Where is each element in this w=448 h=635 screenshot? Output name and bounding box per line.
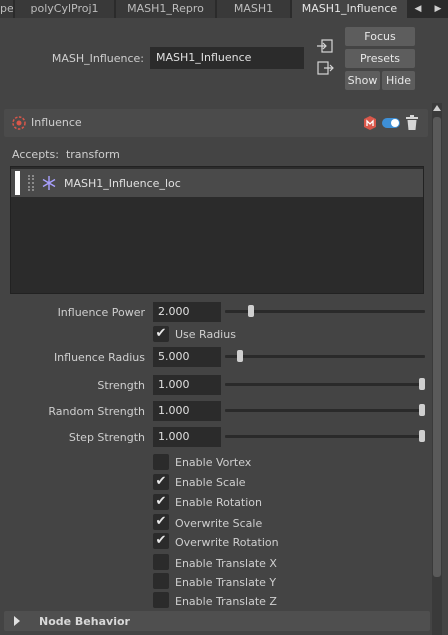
show-button[interactable]: Show xyxy=(345,71,380,90)
enable-translate-z-checkbox[interactable] xyxy=(153,592,169,608)
enable-vortex-checkbox[interactable] xyxy=(153,454,169,470)
tab-mash1-influence[interactable]: MASH1_Influence xyxy=(292,0,408,18)
tab-polycylproj1[interactable]: polyCylProj1 xyxy=(15,0,115,18)
enable-toggle[interactable] xyxy=(382,118,400,128)
influence-radius-label: Influence Radius xyxy=(53,351,145,364)
strength-slider-handle[interactable] xyxy=(419,378,425,390)
node-behavior-title: Node Behavior xyxy=(39,615,130,628)
selection-indicator xyxy=(15,171,20,195)
focus-button[interactable]: Focus xyxy=(345,27,415,46)
influence-section-header[interactable]: Influence xyxy=(4,109,428,137)
hide-button[interactable]: Hide xyxy=(382,71,415,90)
influence-radius-slider-handle[interactable] xyxy=(237,350,243,362)
node-name-field[interactable]: MASH1_Influence xyxy=(150,47,304,69)
enable-rotation-checkbox[interactable]: ✔ xyxy=(153,494,169,510)
influence-radius-slider[interactable] xyxy=(225,355,425,358)
enable-translate-z-label: Enable Translate Z xyxy=(175,595,277,608)
input-list[interactable]: MASH1_Influence_loc xyxy=(10,166,424,294)
overwrite-scale-checkbox[interactable]: ✔ xyxy=(153,514,169,530)
random-strength-slider[interactable] xyxy=(225,409,425,412)
node-behavior-section-header[interactable]: Node Behavior xyxy=(4,611,430,631)
mash-influence-node-icon xyxy=(11,115,27,131)
influence-power-label: Influence Power xyxy=(57,306,145,319)
overwrite-rotation-label: Overwrite Rotation xyxy=(175,536,279,549)
mash-node-icon[interactable] xyxy=(363,115,377,131)
enable-scale-label: Enable Scale xyxy=(175,476,246,489)
influence-power-slider-handle[interactable] xyxy=(248,305,254,317)
influence-power-field[interactable]: 2.000 xyxy=(153,302,221,322)
node-type-label: MASH_Influence: xyxy=(51,52,144,65)
trash-icon[interactable] xyxy=(406,115,418,130)
strength-label: Strength xyxy=(97,379,145,392)
list-item-label: MASH1_Influence_loc xyxy=(64,177,181,190)
output-connection-icon[interactable] xyxy=(316,60,334,76)
locator-icon xyxy=(42,176,56,190)
enable-translate-y-checkbox[interactable] xyxy=(153,573,169,589)
tab-scroll-right-icon[interactable]: ▶ xyxy=(430,0,446,18)
enable-scale-checkbox[interactable]: ✔ xyxy=(153,474,169,490)
step-strength-label: Step Strength xyxy=(68,431,145,444)
step-strength-slider[interactable] xyxy=(225,435,425,438)
enable-translate-y-label: Enable Translate Y xyxy=(175,576,277,589)
enable-vortex-label: Enable Vortex xyxy=(175,456,252,469)
tab-bar: pe polyCylProj1 MASH1_Repro MASH1 MASH1_… xyxy=(0,0,448,18)
tab-mash1[interactable]: MASH1 xyxy=(217,0,291,18)
section-title: Influence xyxy=(31,116,82,129)
presets-button[interactable]: Presets xyxy=(345,49,415,68)
enable-rotation-label: Enable Rotation xyxy=(175,496,262,509)
overwrite-scale-label: Overwrite Scale xyxy=(175,517,263,530)
list-item[interactable]: MASH1_Influence_loc xyxy=(11,169,423,197)
scrollbar[interactable] xyxy=(432,103,442,635)
influence-power-slider[interactable] xyxy=(225,310,425,313)
scroll-up-icon[interactable] xyxy=(433,105,441,111)
scroll-thumb[interactable] xyxy=(433,117,441,577)
use-radius-label: Use Radius xyxy=(175,328,236,341)
random-strength-slider-handle[interactable] xyxy=(419,404,425,416)
tab-pe[interactable]: pe xyxy=(0,0,14,18)
influence-radius-field[interactable]: 5.000 xyxy=(153,347,221,367)
step-strength-field[interactable]: 1.000 xyxy=(153,427,221,447)
tab-scroll-left-icon[interactable]: ◀ xyxy=(410,0,426,18)
random-strength-label: Random Strength xyxy=(48,405,145,418)
tab-mash1-repro[interactable]: MASH1_Repro xyxy=(116,0,216,18)
enable-translate-x-label: Enable Translate X xyxy=(175,557,277,570)
step-strength-slider-handle[interactable] xyxy=(419,430,425,442)
overwrite-rotation-checkbox[interactable]: ✔ xyxy=(153,533,169,549)
strength-field[interactable]: 1.000 xyxy=(153,375,221,395)
strength-slider[interactable] xyxy=(225,383,425,386)
expand-arrow-icon[interactable] xyxy=(14,616,20,626)
random-strength-field[interactable]: 1.000 xyxy=(153,401,221,421)
drag-handle-icon[interactable] xyxy=(28,175,34,191)
enable-translate-x-checkbox[interactable] xyxy=(153,554,169,570)
input-connection-icon[interactable] xyxy=(316,38,334,54)
accepts-label: Accepts: transform xyxy=(12,148,120,161)
use-radius-checkbox[interactable]: ✔ xyxy=(153,326,169,342)
